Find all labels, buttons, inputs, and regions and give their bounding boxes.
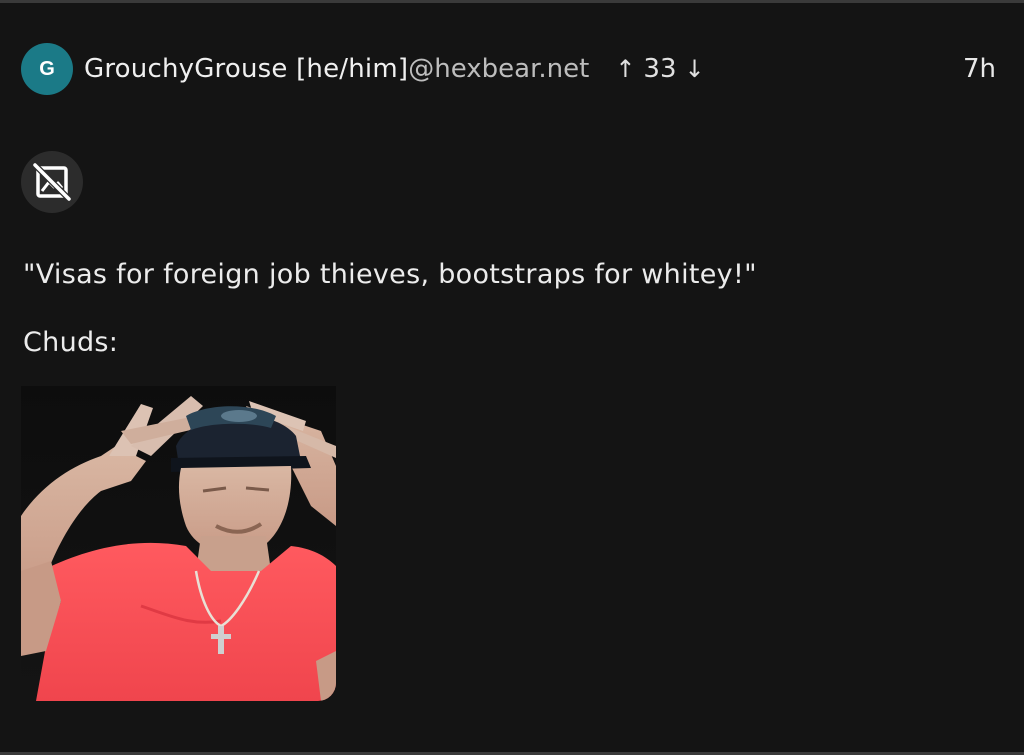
post-header: G GrouchyGrouse [he/him] @hexbear.net ↑ … [21, 43, 996, 95]
arrow-down-icon[interactable]: ↓ [685, 55, 705, 83]
post-quote: "Visas for foreign job thieves, bootstra… [23, 259, 757, 290]
post-timestamp: 7h [962, 54, 996, 84]
author-name[interactable]: GrouchyGrouse [he/him] [84, 54, 408, 84]
vote-controls: ↑ 33 ↓ [615, 54, 704, 84]
image-off-icon-graphic [32, 162, 72, 202]
post-label: Chuds: [23, 327, 119, 358]
person-in-cap-photo [21, 386, 336, 701]
post-card: G GrouchyGrouse [he/him] @hexbear.net ↑ … [0, 0, 1024, 755]
avatar-initial: G [39, 57, 55, 80]
embedded-photo[interactable] [21, 386, 336, 701]
arrow-up-icon[interactable]: ↑ [615, 55, 635, 83]
image-off-icon[interactable] [21, 151, 83, 213]
avatar[interactable]: G [21, 43, 73, 95]
author-instance[interactable]: @hexbear.net [408, 54, 589, 84]
vote-score: 33 [643, 54, 677, 84]
